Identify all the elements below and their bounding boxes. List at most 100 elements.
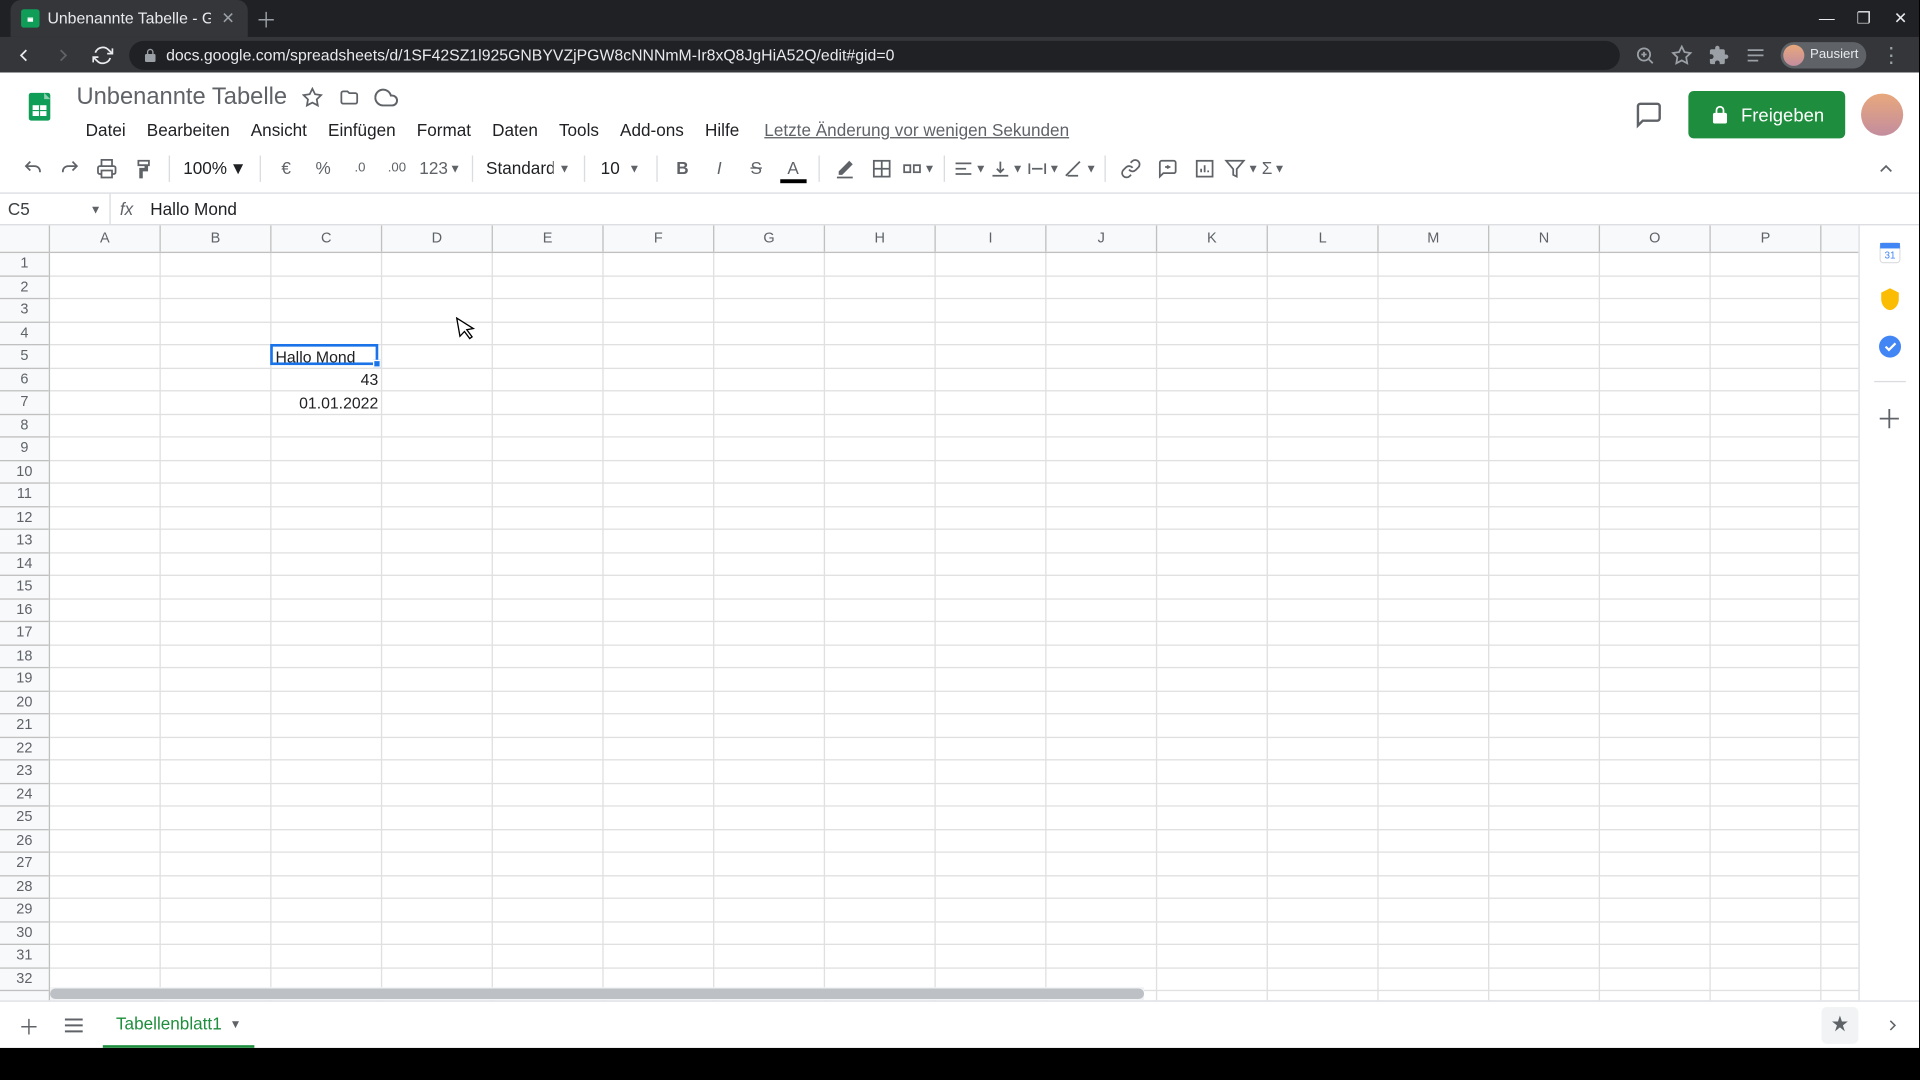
row-header[interactable]: 31 [0,945,49,968]
account-avatar[interactable] [1861,94,1903,136]
menu-hilfe[interactable]: Hilfe [696,116,749,144]
row-header[interactable]: 17 [0,622,49,645]
row-header[interactable]: 20 [0,691,49,714]
profile-badge[interactable]: Pausiert [1781,42,1866,68]
tasks-icon[interactable] [1876,333,1902,359]
column-header[interactable]: N [1489,225,1600,251]
comment-button[interactable] [1151,151,1185,185]
row-header[interactable]: 5 [0,345,49,368]
side-panel-toggle[interactable] [1879,1012,1905,1038]
column-header[interactable]: J [1046,225,1157,251]
borders-button[interactable] [864,151,898,185]
italic-button[interactable]: I [702,151,736,185]
row-header[interactable]: 23 [0,760,49,783]
row-header[interactable]: 10 [0,461,49,484]
all-sheets-button[interactable] [58,1009,90,1041]
font-size-select[interactable]: 10▼ [593,158,648,178]
new-tab-button[interactable]: ＋ [248,0,285,37]
browser-tab[interactable]: Unbenannte Tabelle - Google Ta ✕ [11,0,248,37]
move-icon[interactable] [337,85,361,109]
explore-button[interactable] [1821,1006,1858,1043]
column-header[interactable]: O [1600,225,1711,251]
fill-color-button[interactable] [827,151,861,185]
window-minimize-button[interactable]: — [1808,0,1845,37]
comments-button[interactable] [1625,91,1672,138]
strikethrough-button[interactable]: S [739,151,773,185]
row-header[interactable]: 29 [0,899,49,922]
currency-button[interactable]: € [269,151,303,185]
address-bar[interactable]: docs.google.com/spreadsheets/d/1SF42SZ1l… [129,40,1620,69]
column-header[interactable]: K [1157,225,1268,251]
window-close-button[interactable]: ✕ [1882,0,1919,37]
row-header[interactable]: 32 [0,968,49,991]
bookmark-icon[interactable] [1670,43,1694,67]
row-header[interactable]: 24 [0,784,49,807]
reload-button[interactable] [90,42,116,68]
row-header[interactable]: 26 [0,830,49,853]
row-header[interactable]: 3 [0,299,49,322]
increase-decimal-button[interactable]: .00 [380,151,414,185]
menu-tools[interactable]: Tools [550,116,608,144]
row-header[interactable]: 21 [0,714,49,737]
functions-button[interactable]: Σ▼ [1262,151,1286,185]
column-header[interactable]: M [1379,225,1490,251]
menu-format[interactable]: Format [408,116,481,144]
spreadsheet-grid[interactable]: ABCDEFGHIJKLMNOP 12345678910111213141516… [0,225,1858,1000]
fill-handle[interactable] [373,359,381,367]
bold-button[interactable]: B [665,151,699,185]
v-align-button[interactable]: ▼ [989,151,1023,185]
zoom-indicator-icon[interactable] [1633,43,1657,67]
redo-button[interactable] [53,151,87,185]
column-header[interactable]: D [382,225,493,251]
collapse-toolbar-button[interactable] [1869,151,1903,185]
row-header[interactable]: 30 [0,922,49,945]
formula-input[interactable]: Hallo Mond [142,199,1919,219]
column-header[interactable]: B [161,225,272,251]
rotate-button[interactable]: ▼ [1063,151,1097,185]
row-header[interactable]: 25 [0,807,49,830]
filter-button[interactable]: ▼ [1225,151,1259,185]
row-header[interactable]: 22 [0,737,49,760]
sheet-tab[interactable]: Tabellenblatt1 ▼ [103,1002,255,1048]
row-header[interactable]: 13 [0,530,49,553]
column-header[interactable]: E [493,225,604,251]
back-button[interactable] [11,42,37,68]
font-select[interactable]: Standard (...▼ [481,158,576,178]
row-header[interactable]: 9 [0,438,49,461]
reading-list-icon[interactable] [1744,43,1768,67]
row-header[interactable]: 4 [0,322,49,345]
percent-button[interactable]: % [306,151,340,185]
forward-button[interactable] [50,42,76,68]
undo-button[interactable] [16,151,50,185]
select-all-corner[interactable] [0,225,50,253]
link-button[interactable] [1114,151,1148,185]
window-maximize-button[interactable]: ❐ [1845,0,1882,37]
row-header[interactable]: 7 [0,391,49,414]
row-header[interactable]: 18 [0,645,49,668]
paint-format-button[interactable] [127,151,161,185]
decrease-decimal-button[interactable]: .0 [343,151,377,185]
column-header[interactable]: L [1268,225,1379,251]
print-button[interactable] [90,151,124,185]
sheet-menu-icon[interactable]: ▼ [230,1017,242,1030]
row-header[interactable]: 12 [0,507,49,530]
menu-ansicht[interactable]: Ansicht [242,116,317,144]
column-header[interactable]: I [936,225,1047,251]
star-icon[interactable] [300,85,324,109]
column-header[interactable]: H [825,225,936,251]
name-box[interactable]: C5▼ [0,194,111,224]
column-header[interactable]: G [714,225,825,251]
calendar-icon[interactable]: 31 [1876,239,1902,265]
column-header[interactable]: C [272,225,383,251]
horizontal-scrollbar[interactable] [50,987,1144,1000]
row-header[interactable]: 19 [0,668,49,691]
extensions-icon[interactable] [1707,43,1731,67]
menu-daten[interactable]: Daten [483,116,547,144]
column-header[interactable]: P [1711,225,1822,251]
row-header[interactable]: 1 [0,253,49,276]
sheets-logo-icon[interactable] [16,83,63,130]
menu-datei[interactable]: Datei [76,116,134,144]
column-header[interactable]: A [50,225,161,251]
zoom-select[interactable]: 100%▼ [178,158,252,178]
merge-button[interactable]: ▼ [901,151,935,185]
